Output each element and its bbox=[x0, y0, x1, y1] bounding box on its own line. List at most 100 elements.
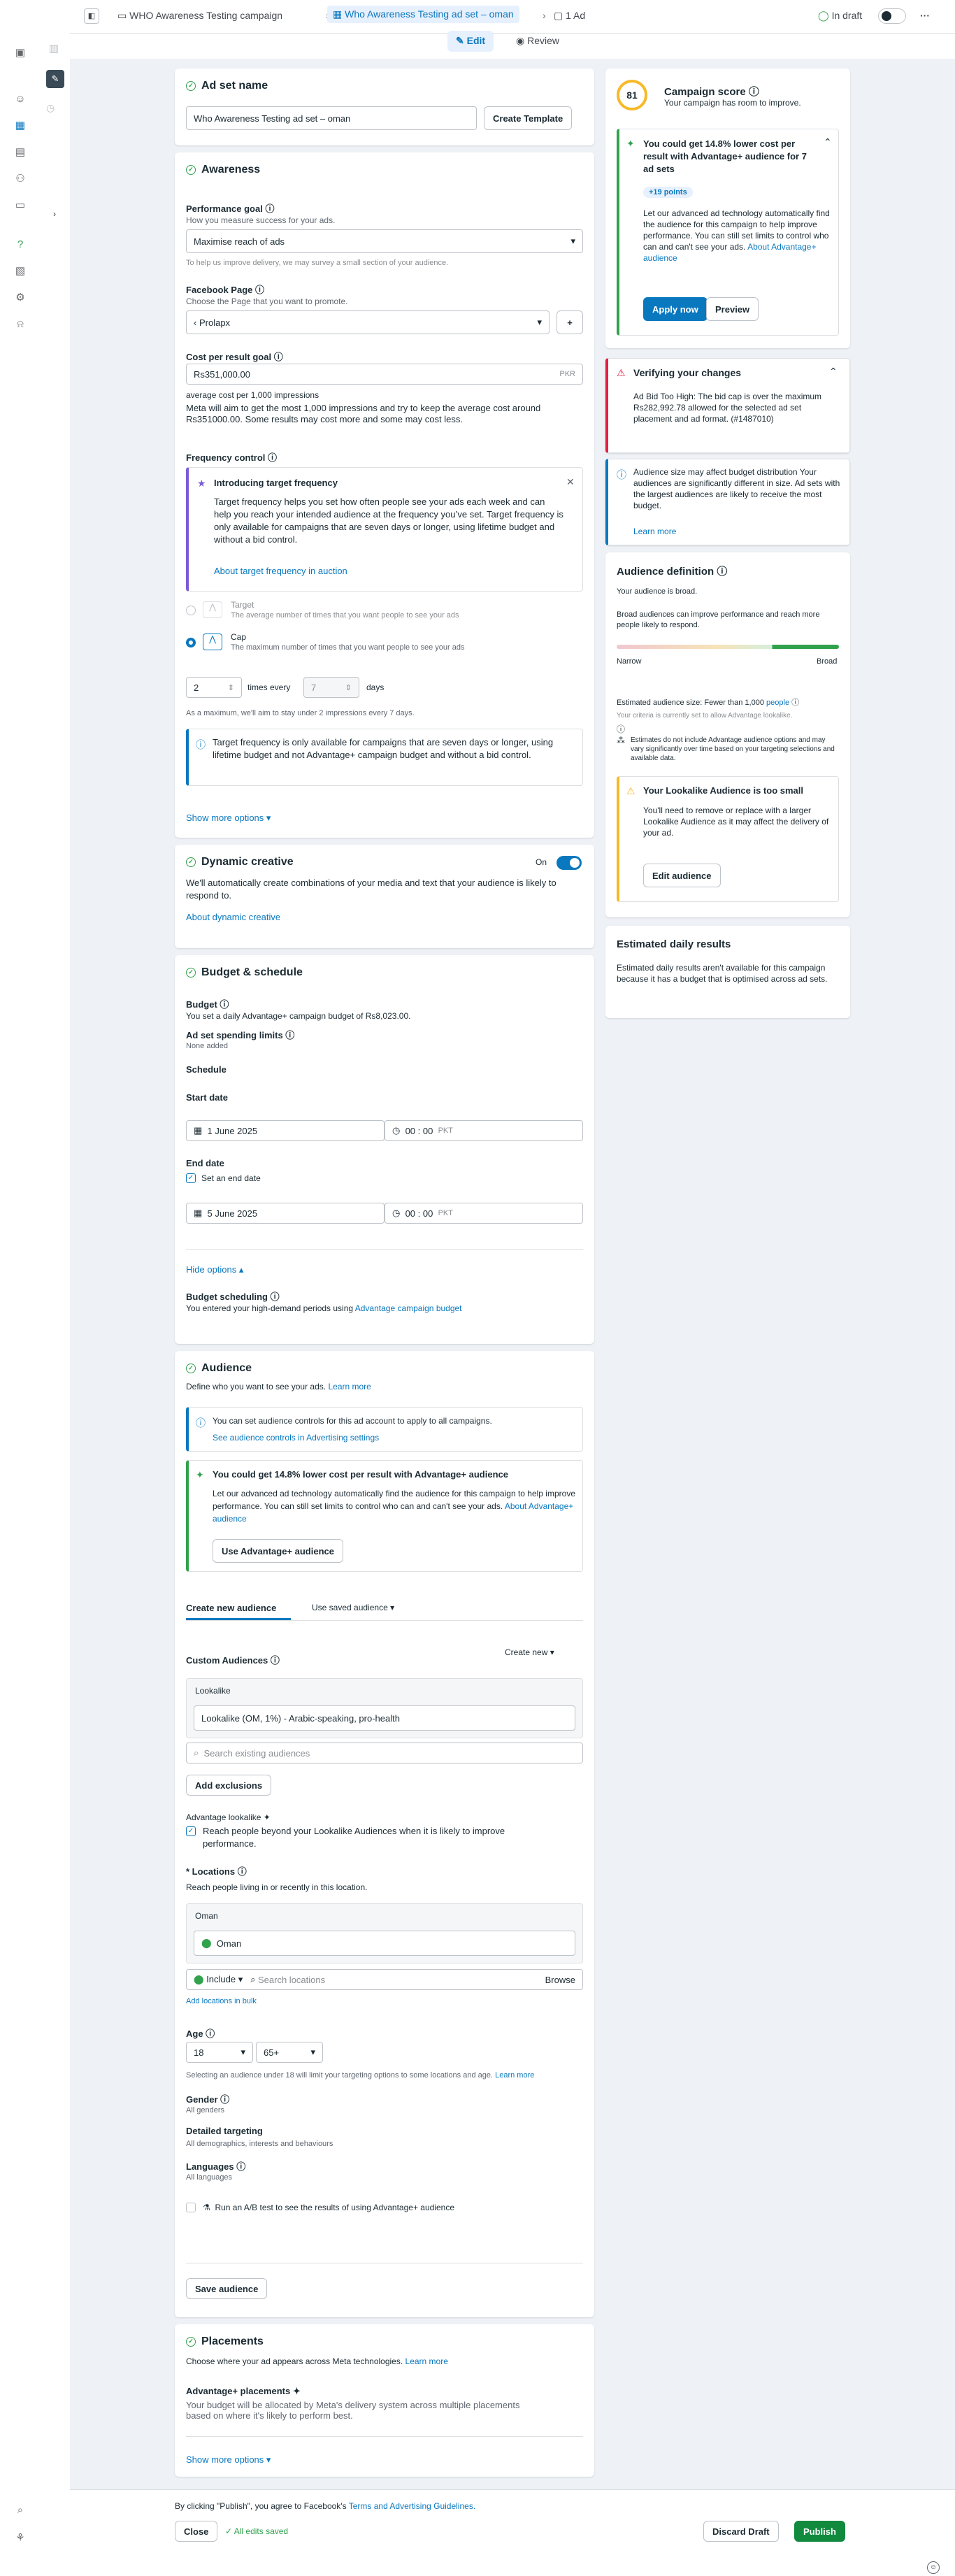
reports-icon[interactable]: ▧ bbox=[13, 263, 28, 278]
check-icon: ✓ bbox=[186, 80, 196, 91]
table-icon[interactable]: ▦ bbox=[13, 117, 28, 133]
end-date-checkbox[interactable]: ✓ bbox=[186, 1173, 196, 1183]
learn-more-link[interactable]: Learn more bbox=[495, 2071, 534, 2080]
settings-icon[interactable]: ⚙ bbox=[13, 289, 28, 305]
cap-radio[interactable] bbox=[186, 638, 196, 647]
status-toggle[interactable] bbox=[878, 8, 906, 24]
cap-title: Cap bbox=[231, 632, 247, 642]
learn-more-link[interactable]: Learn more bbox=[633, 527, 676, 536]
search-icon[interactable]: ⌕ bbox=[13, 2502, 28, 2517]
freq-box-link[interactable]: About target frequency in auction bbox=[214, 566, 347, 576]
publish-button[interactable]: Publish bbox=[794, 2521, 845, 2542]
expand-icon[interactable]: › bbox=[48, 207, 62, 221]
info1-link[interactable]: See audience controls in Advertising set… bbox=[213, 1433, 379, 1443]
target-radio[interactable] bbox=[186, 606, 196, 615]
create-template-button[interactable]: Create Template bbox=[484, 106, 573, 130]
tab-create-new[interactable]: Create new audience bbox=[186, 1603, 276, 1613]
review-mode-button[interactable]: ◉ Review bbox=[516, 35, 559, 47]
sidebar-toggle-icon[interactable]: ◧ bbox=[84, 8, 99, 24]
end-time-input[interactable]: ◷ 00 : 00 PKT bbox=[385, 1203, 583, 1224]
dynamic-toggle[interactable] bbox=[557, 856, 582, 870]
fb-page-label: Facebook Page ⓘ bbox=[186, 285, 264, 295]
breadcrumb-adset[interactable]: ▦ Who Awareness Testing ad set – oman bbox=[327, 6, 519, 23]
location-item[interactable]: ⬤ Oman bbox=[194, 1931, 575, 1956]
include-dropdown[interactable]: Include ▾ bbox=[206, 1974, 243, 1985]
close-button[interactable]: Close bbox=[175, 2521, 218, 2542]
start-date-input[interactable]: ▦ 1 June 2025 bbox=[186, 1120, 385, 1141]
ab-test-checkbox[interactable] bbox=[186, 2203, 196, 2212]
perf-goal-select[interactable]: Maximise reach of ads ▾ bbox=[186, 229, 583, 253]
clock-icon: ◷ bbox=[392, 1125, 401, 1136]
billing-icon[interactable]: ▭ bbox=[13, 197, 28, 213]
browse-button[interactable]: Browse bbox=[545, 1975, 575, 1985]
people-link[interactable]: people bbox=[766, 699, 789, 707]
adset-name-input[interactable]: Who Awareness Testing ad set – oman bbox=[186, 106, 477, 130]
add-page-button[interactable]: + bbox=[557, 310, 583, 334]
audience-icon[interactable]: ⚇ bbox=[13, 171, 28, 186]
more-icon[interactable]: ··· bbox=[920, 10, 930, 21]
on-label: On bbox=[536, 857, 547, 867]
show-more-options[interactable]: Show more options ▾ bbox=[186, 2454, 271, 2466]
hide-options[interactable]: Hide options ▴ bbox=[186, 1264, 243, 1275]
apply-now-button[interactable]: Apply now bbox=[643, 297, 708, 321]
show-more-options[interactable]: Show more options ▾ bbox=[186, 813, 271, 824]
location-header: Oman bbox=[195, 1911, 218, 1921]
edit-icon[interactable]: ✎ bbox=[46, 70, 64, 88]
history-icon[interactable]: ◷ bbox=[46, 102, 55, 114]
target-title: Target bbox=[231, 600, 254, 610]
edit-audience-button[interactable]: Edit audience bbox=[643, 864, 721, 887]
sched-link[interactable]: Advantage campaign budget bbox=[355, 1303, 462, 1313]
add-exclusions-button[interactable]: Add exclusions bbox=[186, 1775, 272, 1796]
search-audiences-input[interactable]: ⌕ Search existing audiences bbox=[186, 1743, 583, 1763]
use-advantage-button[interactable]: Use Advantage+ audience bbox=[213, 1539, 343, 1563]
breadcrumb-ad[interactable]: ▢ 1 Ad bbox=[554, 10, 585, 22]
bulk-link[interactable]: Add locations in bulk bbox=[186, 1997, 257, 2005]
chart-icon[interactable]: ▥ bbox=[46, 41, 62, 56]
start-time-input[interactable]: ◷ 00 : 00 PKT bbox=[385, 1120, 583, 1141]
info-icon: ⓘ bbox=[196, 739, 206, 750]
create-new-dropdown[interactable]: Create new ▾ bbox=[505, 1647, 554, 1657]
pages-icon[interactable]: ▤ bbox=[13, 144, 28, 159]
verify-info-text: Audience size may affect budget distribu… bbox=[633, 467, 840, 510]
age-max-select[interactable]: 65+ ▾ bbox=[256, 2042, 323, 2063]
cap-times-input[interactable]: 2 ⇕ bbox=[186, 677, 242, 698]
broad-label: Broad bbox=[817, 657, 838, 666]
emoji-icon[interactable]: ☺ bbox=[13, 91, 28, 106]
terms-link[interactable]: Terms and Advertising Guidelines. bbox=[349, 2501, 475, 2511]
tab-saved[interactable]: Use saved audience ▾ bbox=[312, 1603, 394, 1612]
adv-lookalike-checkbox[interactable]: ✓ bbox=[186, 1826, 196, 1836]
age-min-select[interactable]: 18 ▾ bbox=[186, 2042, 253, 2063]
learn-more-link[interactable]: Learn more bbox=[405, 2356, 448, 2366]
languages-value: All languages bbox=[186, 2173, 233, 2182]
avatar[interactable]: ▣ bbox=[13, 45, 28, 60]
verify-error-text: Ad Bid Too High: The bid cap is over the… bbox=[633, 392, 822, 424]
dynamic-link[interactable]: About dynamic creative bbox=[186, 912, 280, 922]
learn-more-link[interactable]: Learn more bbox=[328, 1382, 371, 1391]
end-date-input[interactable]: ▦ 5 June 2025 bbox=[186, 1203, 385, 1224]
preview-button[interactable]: Preview bbox=[706, 297, 759, 321]
breadcrumb-campaign[interactable]: ▭ WHO Awareness Testing campaign bbox=[117, 10, 282, 22]
discard-draft-button[interactable]: Discard Draft bbox=[703, 2521, 779, 2542]
estimate-icon: ⁂ bbox=[617, 736, 625, 745]
fb-page-help: Choose the Page that you want to promote… bbox=[186, 296, 348, 306]
chevron-up-icon[interactable]: ⌃ bbox=[824, 136, 832, 148]
audience-subtitle: Define who you want to see your ads. Lea… bbox=[186, 1382, 371, 1391]
bell-icon[interactable]: ⍾ bbox=[13, 316, 28, 331]
days-label: days bbox=[366, 682, 385, 692]
sparkle-icon: ✦ bbox=[292, 2386, 301, 2396]
help-icon[interactable]: ? bbox=[13, 236, 28, 252]
tip-title: You could get 14.8% lower cost per resul… bbox=[643, 138, 807, 174]
lookalike-item[interactable]: Lookalike (OM, 1%) - Arabic-speaking, pr… bbox=[194, 1705, 575, 1731]
edit-mode-button[interactable]: ✎ Edit bbox=[447, 31, 494, 52]
location-search-input[interactable]: Search locations bbox=[258, 1975, 545, 1985]
chevron-up-icon[interactable]: ⌃ bbox=[829, 366, 838, 378]
feedback-icon[interactable]: ☺ bbox=[927, 2561, 940, 2574]
cap-days-input[interactable]: 7 ⇕ bbox=[303, 677, 359, 698]
adv-text: Let our advanced ad technology automatic… bbox=[213, 1489, 575, 1524]
close-icon[interactable]: ✕ bbox=[566, 476, 575, 488]
save-audience-button[interactable]: Save audience bbox=[186, 2278, 268, 2299]
fb-page-select[interactable]: ‹ Prolapx ▾ bbox=[186, 310, 550, 334]
terms-text: By clicking "Publish", you agree to Face… bbox=[175, 2501, 476, 2511]
bug-icon[interactable]: ⚘ bbox=[13, 2530, 28, 2545]
cost-goal-input[interactable]: Rs351,000.00 PKR bbox=[186, 364, 583, 385]
